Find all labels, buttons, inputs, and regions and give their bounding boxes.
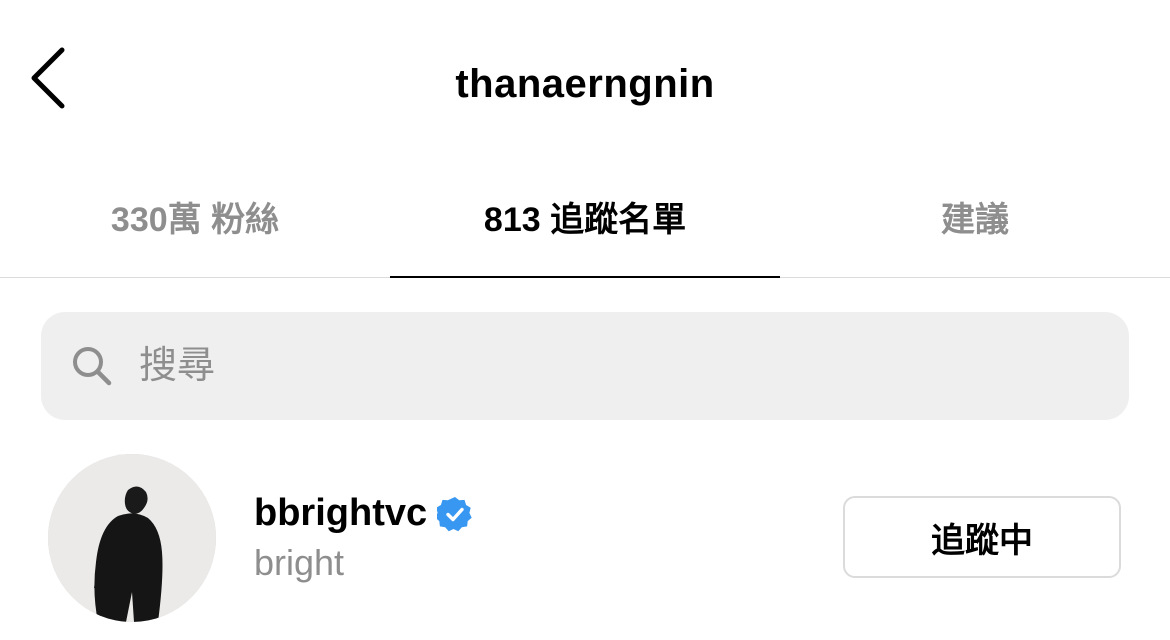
tab-followers-label: 330萬 粉絲 — [110, 201, 280, 239]
tab-bar: 330萬 粉絲 813 追蹤名單 建議 — [0, 170, 1170, 278]
following-button[interactable]: 追蹤中 — [843, 496, 1121, 578]
tab-suggestions-label: 建議 — [941, 201, 1009, 239]
full-name: bright — [254, 542, 345, 583]
username-row: bbrightvc — [254, 492, 473, 535]
tab-following[interactable]: 813 追蹤名單 — [390, 170, 780, 278]
tab-followers[interactable]: 330萬 粉絲 — [0, 170, 390, 277]
search-bar[interactable] — [41, 312, 1129, 420]
following-list-screen: thanaerngnin 330萬 粉絲 813 追蹤名單 建議 搜尋 bbri… — [0, 0, 1170, 640]
verified-badge-icon — [437, 496, 473, 532]
search-input[interactable] — [137, 335, 1041, 397]
search-icon — [71, 345, 113, 387]
list-item[interactable]: bbrightvc bright 追蹤中 — [0, 448, 1170, 628]
tab-suggestions[interactable]: 建議 — [780, 170, 1170, 277]
tab-following-label: 813 追蹤名單 — [483, 201, 687, 239]
avatar[interactable] — [48, 454, 216, 622]
username[interactable]: bbrightvc — [254, 492, 427, 535]
page-title: thanaerngnin — [455, 62, 715, 106]
